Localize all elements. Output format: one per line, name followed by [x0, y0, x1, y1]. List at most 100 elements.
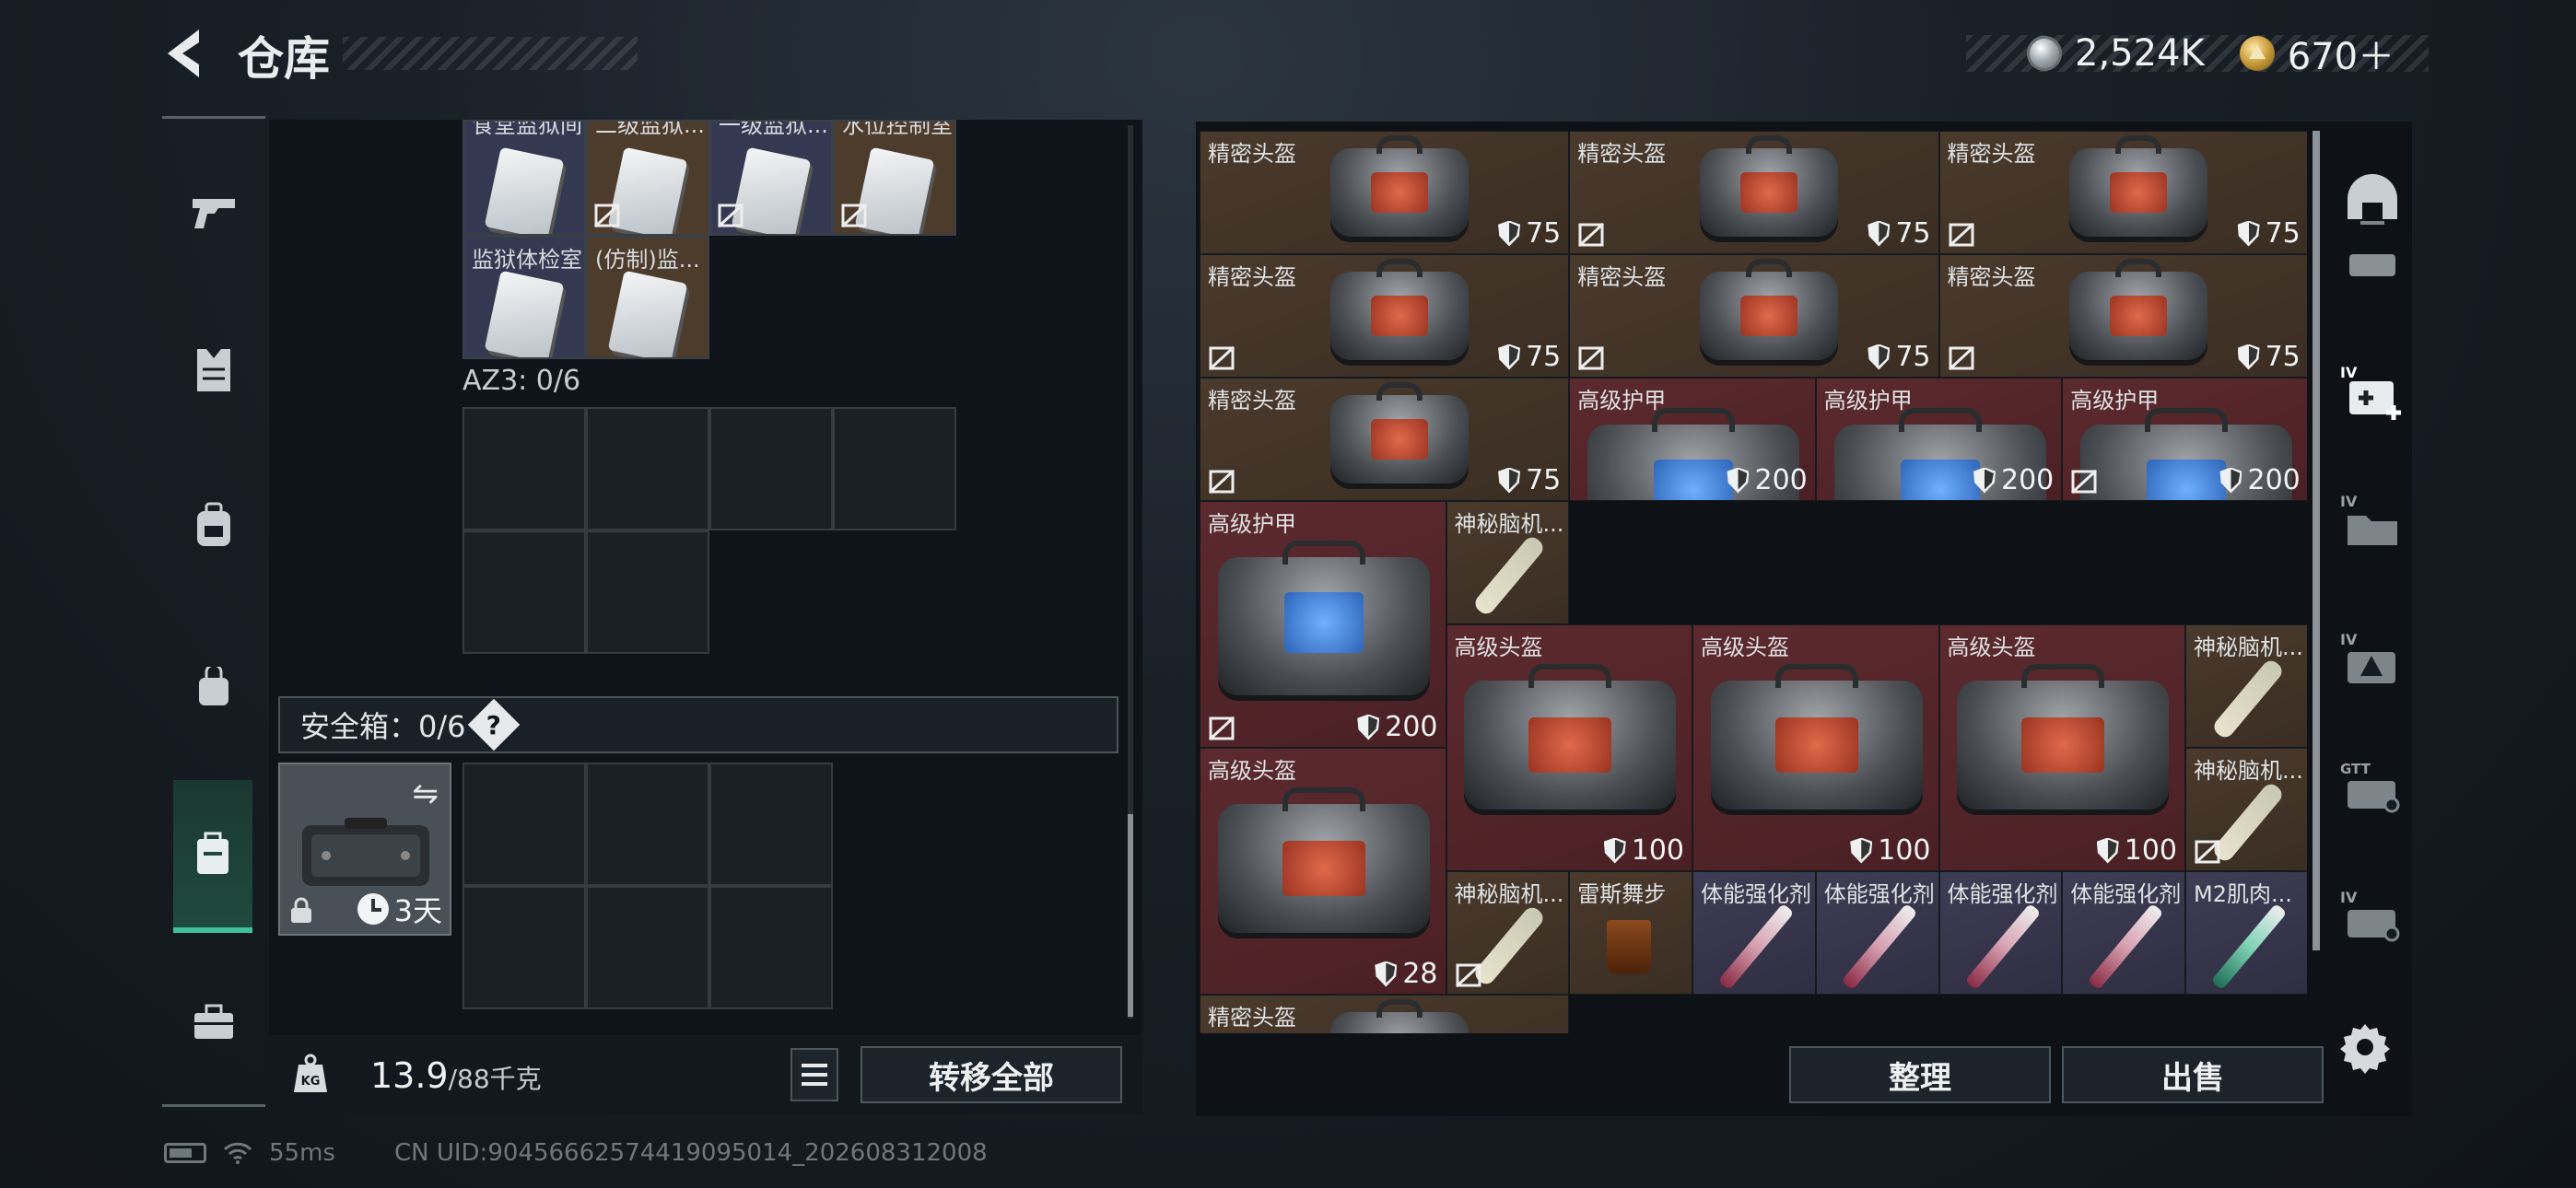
storage-scrollbar-thumb[interactable]	[1128, 814, 1133, 1017]
inventory-item[interactable]: 高级护甲 200	[1815, 378, 2063, 501]
silver-coin-icon	[2027, 36, 2062, 71]
inventory-item[interactable]: 高级头盔 100	[1446, 624, 1692, 871]
empty-slot[interactable]	[463, 763, 586, 886]
item-name: 体能强化剂	[1701, 881, 1811, 907]
inventory-item[interactable]: 精密头盔 75	[1200, 378, 1570, 501]
inventory-item[interactable]: 体能强化剂	[1815, 871, 1939, 995]
inventory-item[interactable]: 神秘脑机...	[2185, 748, 2307, 871]
keycard-slot[interactable]: 监狱体检室	[463, 236, 586, 359]
keycard-slot[interactable]: (仿制)监...	[586, 236, 709, 359]
inventory-item[interactable]: 高级护甲 200	[1200, 501, 1446, 748]
settings-gear-icon[interactable]	[2338, 1020, 2392, 1074]
backpack-icon	[197, 502, 230, 546]
helmet-filter-icon[interactable]	[2340, 168, 2405, 232]
inventory-item[interactable]: 高级头盔 28	[1200, 748, 1446, 995]
partial-filter-icon[interactable]	[2340, 250, 2405, 315]
wifi-icon	[223, 1142, 252, 1164]
inventory-item[interactable]: 高级护甲 200	[1569, 378, 1816, 501]
inventory-item[interactable]: 精密头盔 75	[1200, 254, 1570, 378]
inventory-item[interactable]: 精密头盔	[1200, 995, 1570, 1033]
item-durability: 100	[1603, 834, 1684, 867]
item-name: 高级头盔	[1947, 635, 2036, 660]
shield-icon	[1375, 961, 1398, 987]
sort-button[interactable]: 整理	[1789, 1046, 2051, 1103]
ping-readout: 55ms	[269, 1139, 335, 1167]
keycard-image	[484, 270, 565, 357]
inventory-item[interactable]: 精密头盔 75	[1938, 254, 2307, 378]
clock-icon	[357, 893, 389, 925]
back-arrow-icon[interactable]	[162, 26, 208, 81]
brain-chip-image	[1470, 903, 1547, 988]
inventory-item[interactable]: 神秘脑机...	[1446, 501, 1570, 624]
briefcase-icon	[194, 1004, 233, 1039]
case-filter-icon[interactable]: IV	[2340, 886, 2405, 950]
empty-slot[interactable]	[586, 763, 709, 886]
no-transfer-icon	[1455, 962, 1481, 988]
nav-backpack[interactable]	[175, 474, 252, 576]
shield-icon	[1973, 467, 1996, 494]
empty-slot[interactable]	[463, 530, 586, 654]
nav-safebox[interactable]	[173, 780, 252, 933]
empty-slot[interactable]	[833, 407, 956, 530]
nav-weapons[interactable]	[175, 161, 252, 262]
inventory-item[interactable]: 精密头盔 75	[1569, 254, 1939, 378]
helmet-image	[1329, 259, 1469, 360]
vest-icon	[197, 349, 230, 391]
svg-text:IV: IV	[2340, 364, 2358, 381]
empty-slot[interactable]	[463, 407, 586, 530]
inventory-item[interactable]: 体能强化剂	[1938, 871, 2063, 995]
gtt-filter-icon[interactable]: GTT	[2340, 757, 2405, 821]
no-transfer-icon	[593, 203, 621, 228]
swap-icon[interactable]: ⇋	[413, 775, 439, 812]
inventory-scrollbar[interactable]	[2313, 131, 2320, 950]
inventory-item[interactable]: 高级头盔 100	[1692, 624, 1939, 871]
transfer-all-button[interactable]: 转移全部	[861, 1046, 1122, 1103]
inventory-item[interactable]: 高级头盔 100	[1938, 624, 2185, 871]
top-bar: 仓库 2,524K 670＋	[0, 0, 2576, 111]
item-durability: 75	[1498, 341, 1561, 373]
nav-briefcase[interactable]	[175, 972, 252, 1073]
svg-text:IV: IV	[2340, 631, 2358, 648]
empty-slot[interactable]	[709, 763, 833, 886]
item-name: 高级护甲	[1823, 388, 1913, 413]
empty-slot[interactable]	[709, 407, 833, 530]
inventory-item[interactable]: 神秘脑机...	[1446, 871, 1570, 995]
keycard-slot[interactable]: 水位控制室	[833, 120, 956, 236]
nav-armor[interactable]	[175, 320, 252, 421]
empty-slot[interactable]	[586, 886, 709, 1009]
safebox-slot[interactable]: ⇋ 3天	[278, 763, 451, 936]
keycard-slot[interactable]: 一级监狱...	[709, 120, 833, 236]
inventory-item[interactable]: 精密头盔 75	[1569, 131, 1939, 254]
empty-slot[interactable]	[463, 886, 586, 1009]
inventory-item[interactable]: 高级护甲 200	[2062, 378, 2307, 501]
shield-icon	[1498, 220, 1521, 247]
inventory-item[interactable]: M2肌肉...	[2185, 871, 2307, 995]
medkit-plus-icon[interactable]: IV	[2340, 361, 2405, 425]
inventory-item[interactable]: 精密头盔 75	[1938, 131, 2307, 254]
item-durability: 75	[1498, 464, 1561, 496]
keycard-slot[interactable]: 二级监狱...	[586, 120, 709, 236]
shield-icon	[2219, 467, 2242, 494]
inventory-item[interactable]: 神秘脑机...	[2185, 624, 2307, 748]
shield-icon	[1498, 467, 1521, 494]
list-view-button[interactable]	[790, 1048, 838, 1101]
inventory-item[interactable]: 雷斯舞步	[1569, 871, 1692, 995]
inventory-item[interactable]: 体能强化剂	[2062, 871, 2185, 995]
item-name: 高级头盔	[1208, 758, 1296, 784]
sell-button[interactable]: 出售	[2062, 1046, 2324, 1103]
item-durability: 75	[1498, 217, 1561, 250]
gold-amount[interactable]: 670＋	[2288, 27, 2395, 80]
no-transfer-icon	[1948, 345, 1974, 371]
nav-bag[interactable]	[175, 636, 252, 738]
keycard-slot[interactable]: 食堂监狱间	[463, 120, 586, 236]
inventory-item[interactable]: 精密头盔 75	[1200, 131, 1570, 254]
folder-filter-icon[interactable]: IV	[2340, 490, 2405, 554]
weight-kg-icon: KG	[294, 1054, 327, 1092]
empty-slot[interactable]	[586, 407, 709, 530]
no-transfer-icon	[1578, 345, 1605, 371]
help-icon[interactable]: ?	[467, 698, 520, 751]
empty-slot[interactable]	[709, 886, 833, 1009]
warning-filter-icon[interactable]: IV	[2340, 628, 2405, 693]
empty-slot[interactable]	[586, 530, 709, 654]
inventory-item[interactable]: 体能强化剂	[1692, 871, 1816, 995]
